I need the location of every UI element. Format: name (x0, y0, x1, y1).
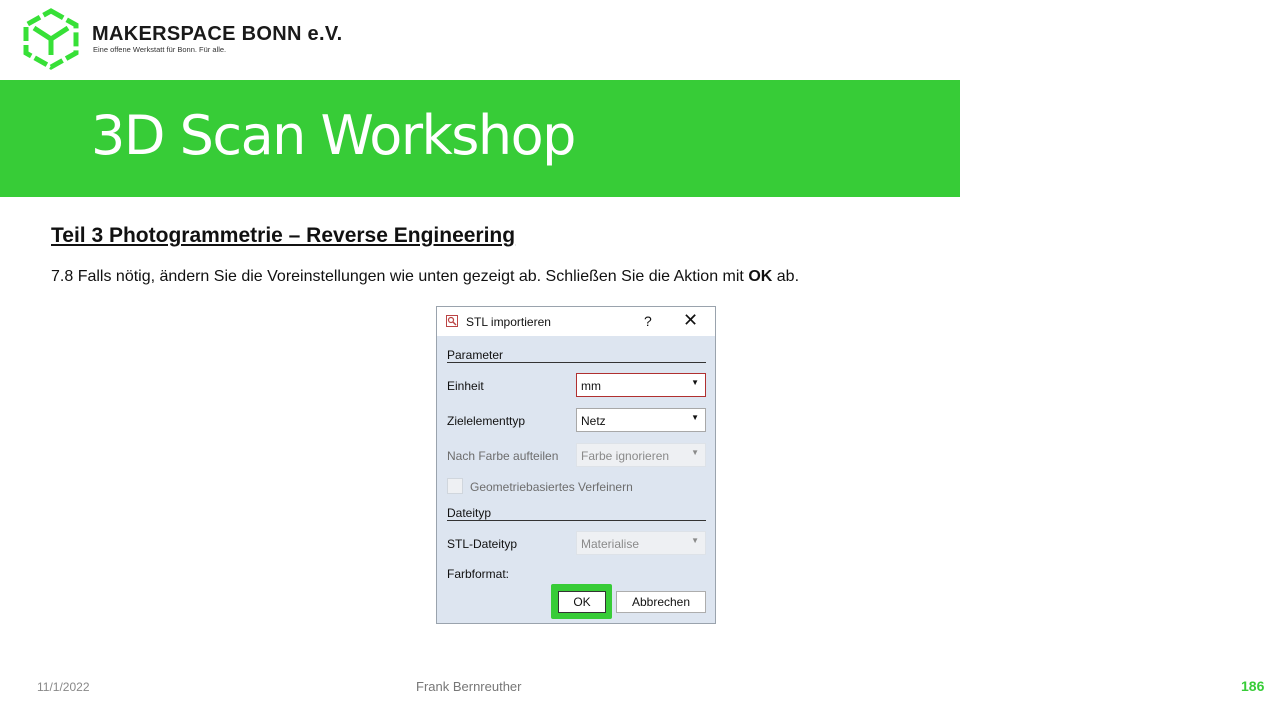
farbe-label: Nach Farbe aufteilen (447, 449, 559, 463)
magnifier-icon (446, 315, 458, 327)
stl-import-dialog: STL importieren ? ✕ Parameter Einheit mm… (436, 306, 716, 624)
zielelementtyp-label: Zielelementtyp (447, 414, 526, 428)
page-number: 186 (1241, 678, 1265, 694)
chevron-down-icon: ▼ (691, 448, 699, 457)
instruction-pre: 7.8 Falls nötig, ändern Sie die Voreinst… (51, 268, 749, 285)
group-divider (447, 362, 706, 363)
ok-button[interactable]: OK (558, 591, 606, 613)
farbformat-label: Farbformat: (447, 567, 510, 581)
farbe-select: Farbe ignorieren ▼ (576, 443, 706, 467)
slide-title: 3D Scan Workshop (91, 104, 576, 167)
einheit-value: mm (581, 379, 601, 393)
stl-dateityp-value: Materialise (581, 537, 640, 551)
footer-author: Frank Bernreuther (416, 679, 522, 694)
instruction-post: ab. (772, 268, 800, 285)
chevron-down-icon: ▼ (691, 378, 699, 387)
stl-dateityp-select: Materialise ▼ (576, 531, 706, 555)
footer-date: 11/1/2022 (37, 680, 90, 694)
stl-dateityp-label: STL-Dateityp (447, 537, 518, 551)
cancel-button[interactable]: Abbrechen (616, 591, 706, 613)
geometrie-checkbox-label: Geometriebasiertes Verfeinern (470, 480, 633, 494)
group-label-dateityp: Dateityp (447, 506, 492, 520)
zielelementtyp-select[interactable]: Netz ▼ (576, 408, 706, 432)
chevron-down-icon: ▼ (691, 413, 699, 422)
dialog-titlebar: STL importieren ? ✕ (437, 307, 715, 336)
zielelementtyp-value: Netz (581, 414, 606, 428)
einheit-label: Einheit (447, 379, 484, 393)
group-divider (447, 520, 706, 521)
makerspace-logo-icon (23, 8, 79, 70)
geometrie-checkbox (447, 478, 463, 494)
help-button[interactable]: ? (644, 313, 652, 329)
close-icon[interactable]: ✕ (683, 310, 698, 331)
instruction-text: 7.8 Falls nötig, ändern Sie die Voreinst… (51, 268, 799, 286)
org-tagline: Eine offene Werkstatt für Bonn. Für alle… (93, 45, 227, 54)
farbe-value: Farbe ignorieren (581, 449, 670, 463)
chevron-down-icon: ▼ (691, 536, 699, 545)
group-label-parameter: Parameter (447, 348, 504, 362)
instruction-bold: OK (748, 268, 773, 285)
org-name: MAKERSPACE BONN e.V. (92, 23, 343, 45)
section-heading: Teil 3 Photogrammetrie – Reverse Enginee… (51, 224, 516, 247)
einheit-select[interactable]: mm ▼ (576, 373, 706, 397)
dialog-title: STL importieren (466, 315, 551, 329)
